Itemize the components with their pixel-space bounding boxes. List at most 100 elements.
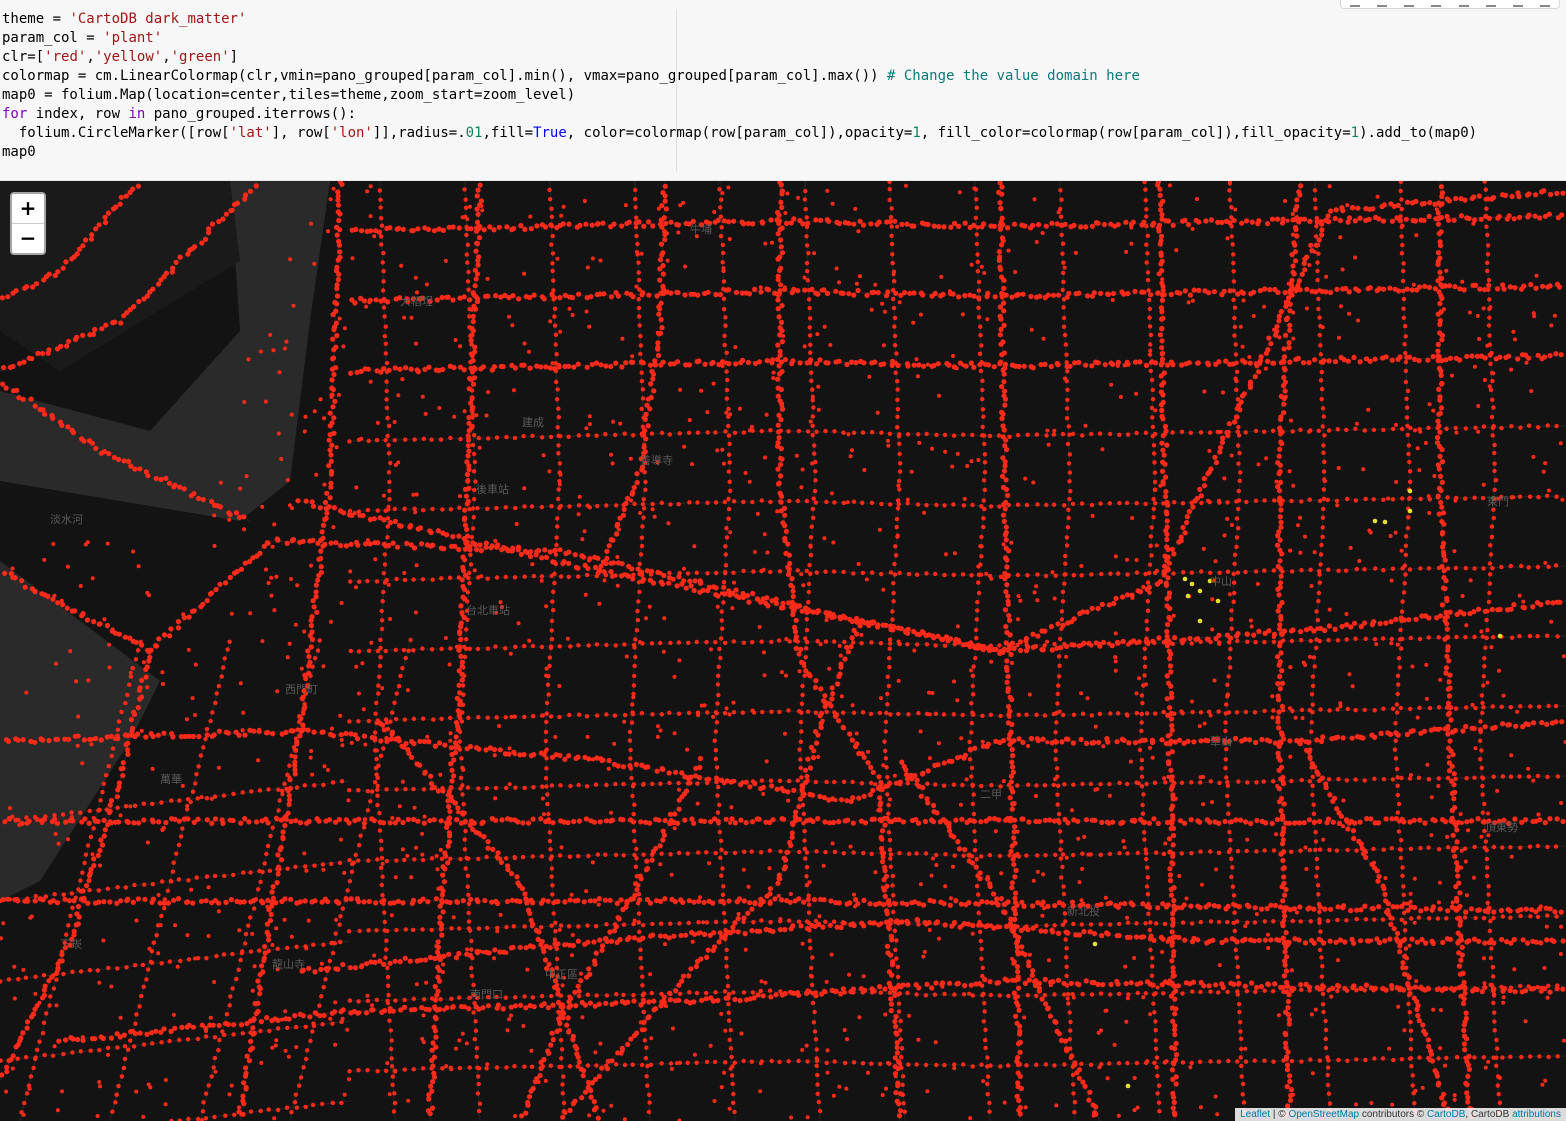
circle-marker[interactable]	[698, 580, 704, 586]
circle-marker[interactable]	[1211, 289, 1217, 295]
circle-marker[interactable]	[750, 590, 756, 597]
circle-marker[interactable]	[1297, 192, 1303, 198]
circle-marker[interactable]	[600, 220, 606, 226]
circle-marker[interactable]	[1387, 936, 1393, 942]
circle-marker[interactable]	[1005, 593, 1011, 599]
circle-marker[interactable]	[830, 691, 836, 697]
circle-marker[interactable]	[1043, 928, 1049, 934]
circle-marker[interactable]	[614, 900, 620, 907]
circle-marker[interactable]	[472, 283, 478, 289]
circle-marker[interactable]	[427, 1111, 433, 1117]
circle-marker[interactable]	[1023, 635, 1029, 642]
circle-marker[interactable]	[1105, 931, 1111, 937]
circle-marker[interactable]	[456, 225, 462, 231]
circle-marker[interactable]	[970, 860, 976, 866]
circle-marker[interactable]	[1176, 737, 1183, 743]
circle-marker[interactable]	[580, 1073, 586, 1079]
circle-marker[interactable]	[851, 292, 857, 298]
circle-marker[interactable]	[1476, 907, 1482, 913]
circle-marker[interactable]	[775, 393, 781, 399]
circle-marker[interactable]	[262, 944, 268, 950]
circle-marker[interactable]	[20, 396, 26, 402]
circle-marker[interactable]	[607, 929, 613, 935]
circle-marker[interactable]	[474, 206, 480, 212]
circle-marker[interactable]	[778, 319, 785, 325]
circle-marker[interactable]	[1275, 697, 1282, 703]
circle-marker[interactable]	[415, 226, 421, 232]
circle-marker[interactable]	[440, 227, 446, 233]
circle-marker[interactable]	[660, 271, 667, 277]
circle-marker[interactable]	[248, 1038, 254, 1044]
circle-marker[interactable]	[1188, 817, 1194, 823]
circle-marker[interactable]	[885, 289, 891, 295]
circle-marker[interactable]	[1001, 427, 1007, 433]
circle-marker[interactable]	[1367, 358, 1373, 364]
circle-marker[interactable]	[772, 896, 778, 902]
circle-marker[interactable]	[1089, 363, 1095, 369]
circle-marker[interactable]	[268, 911, 274, 918]
circle-marker[interactable]	[686, 973, 692, 979]
circle-marker[interactable]	[1113, 595, 1119, 601]
circle-marker[interactable]	[897, 1108, 904, 1114]
circle-marker[interactable]	[328, 452, 334, 458]
circle-marker[interactable]	[686, 362, 693, 368]
circle-marker[interactable]	[1445, 686, 1451, 692]
circle-marker[interactable]	[1362, 620, 1368, 626]
circle-marker[interactable]	[1436, 411, 1442, 417]
circle-marker[interactable]	[156, 636, 162, 642]
circle-marker[interactable]	[1512, 285, 1518, 291]
circle-marker[interactable]	[577, 222, 583, 228]
circle-marker[interactable]	[153, 1028, 159, 1034]
circle-marker[interactable]	[1207, 819, 1213, 825]
circle-marker[interactable]	[523, 1005, 529, 1011]
circle-marker[interactable]	[1441, 521, 1447, 527]
circle-marker[interactable]	[473, 248, 479, 254]
circle-marker[interactable]	[32, 898, 38, 904]
circle-marker[interactable]	[1017, 1023, 1023, 1029]
circle-marker[interactable]	[646, 999, 652, 1005]
circle-marker[interactable]	[1246, 903, 1252, 910]
circle-marker[interactable]	[63, 819, 69, 825]
circle-marker[interactable]	[1464, 1082, 1470, 1088]
circle-marker[interactable]	[792, 629, 799, 635]
circle-marker[interactable]	[356, 816, 362, 822]
circle-marker[interactable]	[527, 294, 533, 301]
circle-marker[interactable]	[1415, 1013, 1421, 1019]
circle-marker[interactable]	[334, 285, 340, 292]
circle-marker[interactable]	[777, 267, 783, 273]
circle-marker[interactable]	[1247, 737, 1253, 743]
circle-marker[interactable]	[1276, 318, 1282, 324]
circle-marker[interactable]	[844, 798, 850, 804]
circle-marker[interactable]	[566, 549, 572, 555]
circle-marker[interactable]	[1171, 897, 1177, 904]
circle-marker[interactable]	[1231, 981, 1237, 988]
circle-marker[interactable]	[561, 559, 567, 565]
circle-marker[interactable]	[576, 433, 582, 438]
circle-marker[interactable]	[916, 362, 922, 368]
circle-marker[interactable]	[774, 786, 780, 792]
circle-marker[interactable]	[962, 293, 968, 299]
circle-marker[interactable]	[1284, 983, 1291, 989]
circle-marker[interactable]	[663, 206, 670, 212]
circle-marker[interactable]	[1167, 616, 1173, 622]
circle-marker[interactable]	[1216, 820, 1222, 827]
circle-marker[interactable]	[1212, 454, 1218, 460]
circle-marker[interactable]	[1439, 479, 1445, 485]
circle-marker[interactable]	[971, 293, 977, 299]
circle-marker[interactable]	[476, 435, 481, 441]
circle-marker[interactable]	[284, 540, 290, 546]
circle-marker[interactable]	[302, 898, 308, 904]
circle-marker[interactable]	[764, 595, 770, 601]
circle-marker[interactable]	[436, 740, 443, 746]
circle-marker[interactable]	[470, 318, 476, 325]
circle-marker[interactable]	[625, 1041, 631, 1048]
circle-marker[interactable]	[116, 631, 122, 637]
circle-marker[interactable]	[431, 1074, 438, 1080]
circle-marker[interactable]	[1007, 741, 1013, 748]
circle-marker[interactable]	[1298, 982, 1304, 988]
circle-marker[interactable]	[878, 845, 885, 852]
circle-marker[interactable]	[778, 446, 785, 452]
circle-marker[interactable]	[1278, 573, 1284, 579]
circle-marker[interactable]	[464, 471, 470, 478]
circle-marker[interactable]	[1195, 937, 1201, 943]
